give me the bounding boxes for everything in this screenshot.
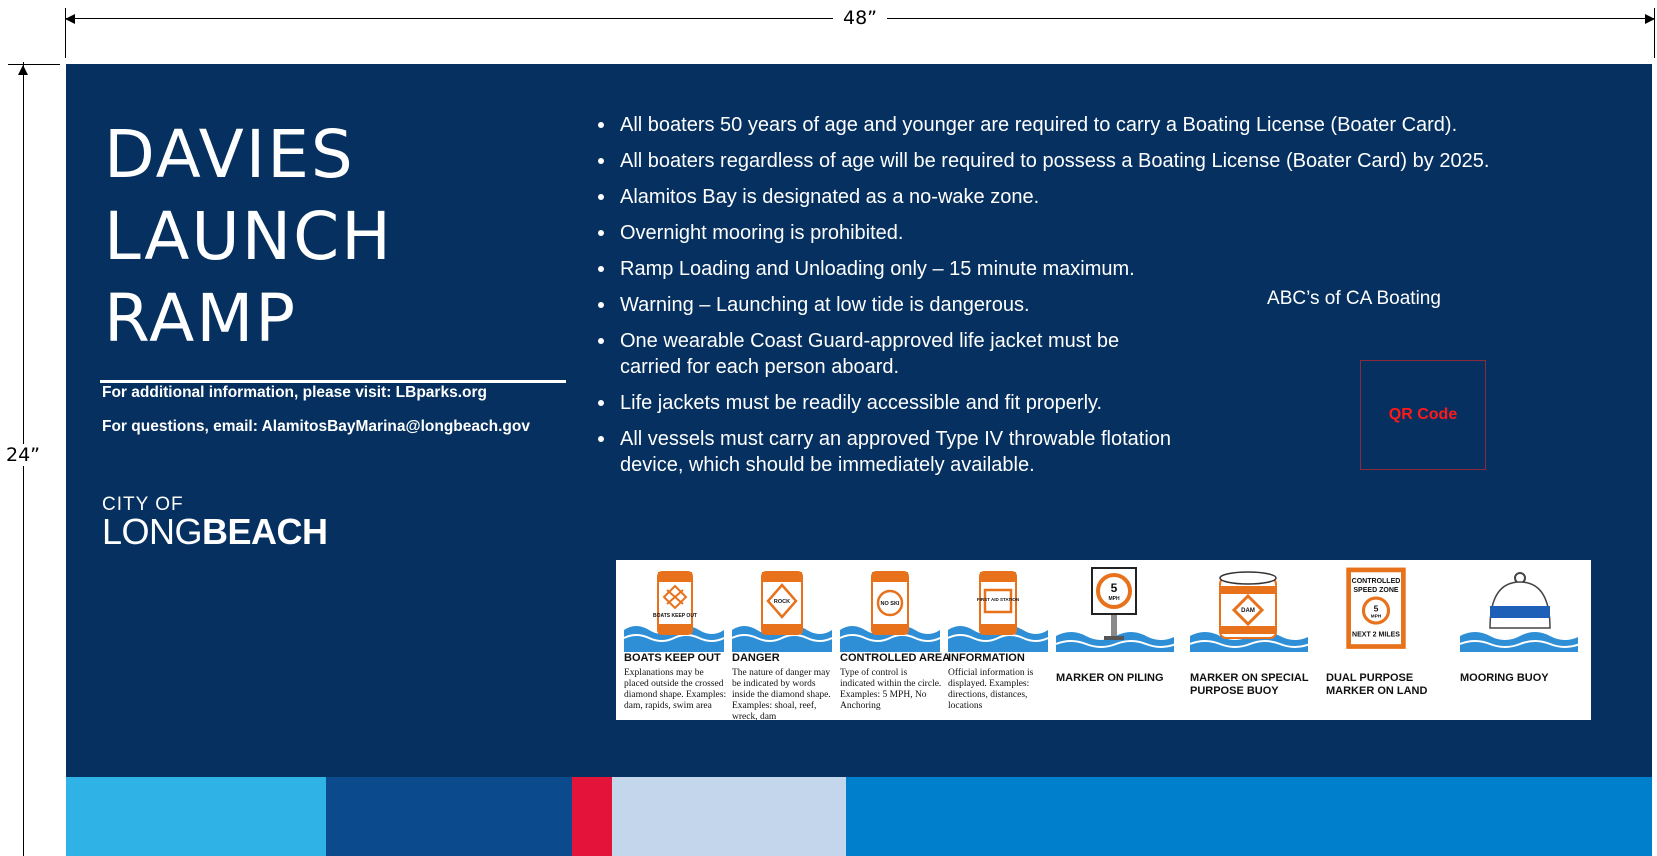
speed-zone-line: SPEED ZONE xyxy=(1353,587,1399,594)
information-buoy-icon: FIRST AID STATION xyxy=(948,571,1048,652)
buoy-sign-text: BOATS KEEP OUT xyxy=(653,613,697,619)
marker-description: Explanations may be placed outside the c… xyxy=(624,668,727,711)
sign-title: DAVIES LAUNCH RAMP xyxy=(104,114,393,360)
email-info: For questions, email: AlamitosBayMarina@… xyxy=(102,418,530,435)
marker-description: The nature of danger may be indicated by… xyxy=(732,668,831,722)
bullet-icon xyxy=(598,338,604,344)
launch-ramp-sign: DAVIES LAUNCH RAMP For additional inform… xyxy=(66,64,1652,856)
title-line: DAVIES xyxy=(104,116,355,193)
special-purpose-buoy-icon: DAM xyxy=(1190,571,1308,652)
color-band-segment xyxy=(572,777,612,856)
marker-title: INFORMATION xyxy=(948,652,1025,664)
marker-description: Type of control is indicated within the … xyxy=(840,668,942,711)
marker-on-piling: 5 MPH MARKER ON PILING xyxy=(1048,560,1182,720)
city-of-long-beach-logo: CITY OF LONGBEACH xyxy=(102,494,328,552)
rule-item: Overnight mooring is prohibited. xyxy=(590,220,1489,246)
bullet-icon xyxy=(598,436,604,442)
color-band-segment xyxy=(846,777,1652,856)
marker-title: DUAL PURPOSE MARKER ON LAND xyxy=(1326,672,1428,697)
rule-item: Alamitos Bay is designated as a no-wake … xyxy=(590,184,1489,210)
rule-item: Life jackets must be readily accessible … xyxy=(590,390,1489,416)
buoy-sign-text: DAM xyxy=(1241,608,1255,614)
piling-marker-icon: 5 MPH xyxy=(1056,567,1174,652)
height-dimension: 24” xyxy=(0,62,60,856)
marker-boats-keep-out: BOATS KEEP OUT BOATS KEEP OUT Explanatio… xyxy=(616,560,726,720)
marker-on-special-purpose-buoy: DAM MARKER ON SPECIAL PURPOSE BUOY xyxy=(1182,560,1316,720)
boats-keep-out-buoy-icon: BOATS KEEP OUT xyxy=(624,571,724,652)
height-label: 24” xyxy=(0,444,46,466)
title-line: RAMP xyxy=(104,280,298,357)
rule-item: All vessels must carry an approved Type … xyxy=(590,426,1180,478)
color-band-segment xyxy=(66,777,326,856)
marker-title: DANGER xyxy=(732,652,780,664)
title-divider xyxy=(100,380,566,383)
speed-value: 5 xyxy=(1374,603,1379,613)
mooring-buoy-icon xyxy=(1460,572,1578,652)
bullet-icon xyxy=(598,302,604,308)
buoy-sign-text: ROCK xyxy=(774,599,790,605)
bullet-icon xyxy=(598,266,604,272)
dual-purpose-marker-icon: CONTROLLED SPEED ZONE 5 MPH NEXT 2 MILES xyxy=(1346,567,1406,649)
controlled-area-buoy-icon: NO SKI xyxy=(840,571,940,652)
marker-title: MARKER ON SPECIAL PURPOSE BUOY xyxy=(1190,672,1309,697)
distance-text: NEXT 2 MILES xyxy=(1352,631,1400,638)
rule-item: One wearable Coast Guard-approved life j… xyxy=(590,328,1180,380)
bullet-icon xyxy=(598,122,604,128)
rule-item: All boaters regardless of age will be re… xyxy=(590,148,1489,174)
bullet-icon xyxy=(598,194,604,200)
speed-unit: MPH xyxy=(1108,596,1120,602)
speed-unit: MPH xyxy=(1371,614,1382,619)
marker-controlled-area: NO SKI CONTROLLED AREA Type of control i… xyxy=(832,560,950,720)
mooring-buoy: MOORING BUOY xyxy=(1446,560,1591,720)
marker-danger: ROCK DANGER The nature of danger may be … xyxy=(724,560,832,722)
bullet-icon xyxy=(598,230,604,236)
rule-item: All boaters 50 years of age and younger … xyxy=(590,112,1489,138)
abc-boating-label: ABC’s of CA Boating xyxy=(1267,288,1441,309)
buoy-sign-text: NO SKI xyxy=(881,601,900,607)
dual-purpose-marker-on-land: CONTROLLED SPEED ZONE 5 MPH NEXT 2 MILES… xyxy=(1316,560,1446,720)
marker-information: FIRST AID STATION INFORMATION Official i… xyxy=(940,560,1048,720)
marker-title: CONTROLLED AREA xyxy=(840,652,951,664)
width-dimension: 48” xyxy=(65,7,1655,58)
color-band-segment xyxy=(326,777,572,856)
qr-code-placeholder[interactable]: QR Code xyxy=(1360,360,1486,470)
rule-item: Ramp Loading and Unloading only – 15 min… xyxy=(590,256,1489,282)
speed-value: 5 xyxy=(1111,581,1118,595)
marker-title: MARKER ON PILING xyxy=(1056,672,1164,684)
marker-title: MOORING BUOY xyxy=(1460,672,1549,684)
danger-buoy-icon: ROCK xyxy=(732,571,832,652)
marker-description: Official information is displayed. Examp… xyxy=(948,668,1034,711)
title-line: LAUNCH xyxy=(104,198,393,275)
width-label: 48” xyxy=(832,7,888,29)
buoy-sign-text: FIRST AID STATION xyxy=(977,597,1019,602)
visit-info: For additional information, please visit… xyxy=(102,384,487,401)
color-band-segment xyxy=(612,777,846,856)
bullet-icon xyxy=(598,400,604,406)
speed-zone-line: CONTROLLED xyxy=(1352,578,1401,585)
waterway-markers-panel: BOATS KEEP OUT BOATS KEEP OUT Explanatio… xyxy=(616,560,1591,722)
bullet-icon xyxy=(598,158,604,164)
marker-title: BOATS KEEP OUT xyxy=(624,652,721,664)
